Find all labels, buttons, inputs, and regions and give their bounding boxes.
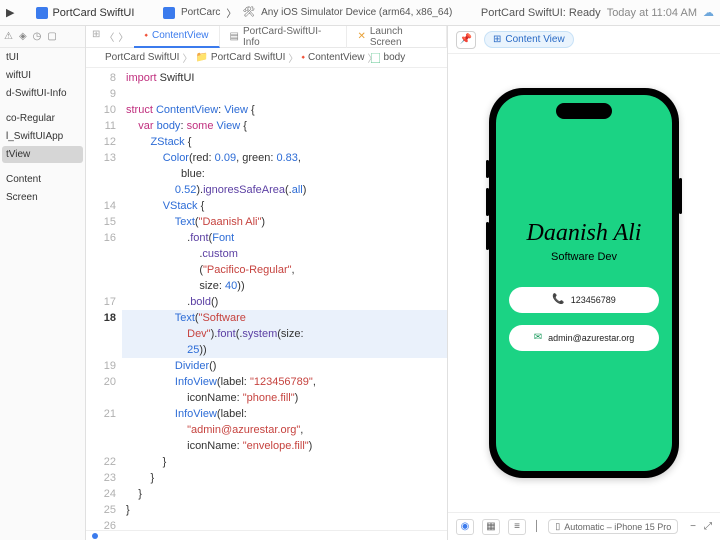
navigator-panel: ⚠ ◈ ◷ ▢ tUIwiftUId-SwiftUI-Info co-Regula… (0, 26, 86, 540)
project-selector[interactable]: PortCard SwiftUI (36, 7, 134, 19)
jump-bar[interactable]: PortCard SwiftUI〉 📁 PortCard SwiftUI〉 ⬩ … (86, 48, 447, 68)
plist-icon: ▤ (230, 31, 239, 42)
top-toolbar: ▶ PortCard SwiftUI PortCarc 〉 🛠 Any iOS … (0, 0, 720, 26)
app-icon (36, 7, 48, 19)
code-line[interactable]: .bold() (122, 294, 447, 310)
build-status: PortCard SwiftUI: Ready (481, 7, 601, 19)
code-line[interactable]: InfoView(label: "123456789", (122, 374, 447, 390)
code-line[interactable]: Dev").font(.system(size: (122, 326, 447, 342)
run-button[interactable]: ▶ (6, 6, 14, 19)
code-line[interactable]: .font(Font (122, 230, 447, 246)
editor-nav[interactable]: ⊞ 〈 〉 (86, 29, 134, 44)
storyboard-icon: ✕ (357, 31, 365, 42)
code-line[interactable]: size: 40)) (122, 278, 447, 294)
live-button[interactable]: ◉ (456, 519, 474, 535)
scheme-icon (163, 7, 175, 19)
square-icon[interactable]: ▢ (47, 31, 56, 42)
clock-icon[interactable]: ◷ (33, 31, 42, 42)
nav-item[interactable]: d-SwiftUI-Info (2, 85, 83, 102)
grid-icon: ⊞ (493, 34, 501, 45)
related-icon[interactable]: ⊞ (92, 29, 100, 44)
swift-file-icon: ⬩ (144, 30, 148, 41)
forward-icon[interactable]: 〉 (118, 29, 128, 44)
folder-icon: 📁 (195, 52, 207, 63)
editor-area: ⊞ 〈 〉 ⬩ContentView▤PortCard-SwiftUI-Info… (86, 26, 448, 540)
dynamic-island (556, 103, 612, 119)
code-line[interactable]: ZStack { (122, 134, 447, 150)
editor-tab[interactable]: ▤PortCard-SwiftUI-Info (220, 26, 348, 48)
code-line[interactable]: import SwiftUI (122, 70, 447, 86)
file-navigator[interactable]: tUIwiftUId-SwiftUI-Info co-Regularl_Swift… (0, 48, 85, 540)
code-line[interactable]: Color(red: 0.09, green: 0.83, (122, 150, 447, 166)
nav-item[interactable]: l_SwiftUIApp (2, 128, 83, 145)
preview-chip[interactable]: ⊞ Content View (484, 31, 574, 48)
code-line[interactable]: } (122, 502, 447, 518)
code-line[interactable] (122, 86, 447, 102)
code-line[interactable]: var body: some View { (122, 118, 447, 134)
zoom-label[interactable]: ⤢ (704, 521, 712, 532)
scheme-status[interactable]: PortCarc 〉 🛠 Any iOS Simulator Device (a… (140, 5, 474, 20)
canvas-toolbar: ◉ ▦ ≡ │ ▯ Automatic – iPhone 15 Pro − ⤢ (448, 512, 720, 540)
device-screen: Daanish Ali Software Dev 📞 123456789 ✉ a… (496, 95, 672, 471)
code-line[interactable]: } (122, 454, 447, 470)
build-time: Today at 11:04 AM (607, 7, 697, 19)
pin-button[interactable]: 📌 (456, 31, 476, 49)
code-line[interactable]: 0.52).ignoresSafeArea(.all) (122, 182, 447, 198)
device-selector[interactable]: ▯ Automatic – iPhone 15 Pro (548, 519, 678, 534)
phone-pill: 📞 123456789 (509, 287, 659, 313)
email-pill: ✉ admin@azurestar.org (509, 325, 659, 351)
zoom-out-button[interactable]: − (690, 521, 696, 532)
nav-item[interactable]: Content (2, 171, 83, 188)
editor-tab[interactable]: ⬩ContentView (134, 26, 219, 48)
editor-footer (86, 530, 447, 540)
breakpoint-dot[interactable] (92, 533, 98, 539)
phone-icon: 📞 (552, 294, 564, 305)
nav-item[interactable] (2, 164, 83, 170)
swift-icon: ⬩ (301, 52, 305, 63)
selectable-button[interactable]: ▦ (482, 519, 500, 535)
hammer-icon: 🛠 (242, 7, 255, 18)
card-name: Daanish Ali (527, 220, 642, 247)
cloud-icon[interactable]: ☁ (703, 6, 714, 19)
code-line[interactable]: ("Pacifico-Regular", (122, 262, 447, 278)
project-icon (92, 53, 102, 63)
preview-canvas[interactable]: Daanish Ali Software Dev 📞 123456789 ✉ a… (448, 54, 720, 512)
source-editor[interactable]: 8910111213141516171819202122232425262728… (86, 68, 447, 530)
navigator-selector[interactable]: ⚠ ◈ ◷ ▢ (0, 26, 85, 48)
code-line[interactable]: Text("Daanish Ali") (122, 214, 447, 230)
device-frame: Daanish Ali Software Dev 📞 123456789 ✉ a… (489, 88, 679, 478)
editor-tab[interactable]: ✕Launch Screen (347, 26, 447, 48)
code-line[interactable]: .custom (122, 246, 447, 262)
editor-tabs: ⬩ContentView▤PortCard-SwiftUI-Info✕Launc… (134, 26, 447, 48)
code-line[interactable]: Text("Software (122, 310, 447, 326)
code-line[interactable]: InfoView(label: (122, 406, 447, 422)
nav-item[interactable]: tUI (2, 49, 83, 66)
code-line[interactable]: } (122, 486, 447, 502)
diamond-icon[interactable]: ◈ (19, 31, 27, 42)
card-role: Software Dev (551, 251, 617, 263)
iphone-icon: ▯ (555, 521, 560, 532)
nav-item[interactable]: co-Regular (2, 110, 83, 127)
code-line[interactable] (122, 518, 447, 530)
code-line[interactable]: VStack { (122, 198, 447, 214)
code-line[interactable]: iconName: "phone.fill") (122, 390, 447, 406)
nav-item[interactable]: tView (2, 146, 83, 163)
code-line[interactable]: struct ContentView: View { (122, 102, 447, 118)
nav-item[interactable]: Screen (2, 189, 83, 206)
code-line[interactable]: blue: (122, 166, 447, 182)
variants-button[interactable]: ≡ (508, 519, 526, 535)
nav-item[interactable] (2, 103, 83, 109)
code-line[interactable]: Divider() (122, 358, 447, 374)
warning-icon[interactable]: ⚠ (4, 31, 13, 42)
code-line[interactable]: iconName: "envelope.fill") (122, 438, 447, 454)
nav-item[interactable]: wiftUI (2, 67, 83, 84)
envelope-icon: ✉ (534, 332, 542, 343)
code-line[interactable]: 25)) (122, 342, 447, 358)
code-line[interactable]: "admin@azurestar.org", (122, 422, 447, 438)
back-icon[interactable]: 〈 (104, 29, 114, 44)
preview-panel: 📌 ⊞ Content View Daanish Ali Software De… (448, 26, 720, 540)
code-line[interactable]: } (122, 470, 447, 486)
